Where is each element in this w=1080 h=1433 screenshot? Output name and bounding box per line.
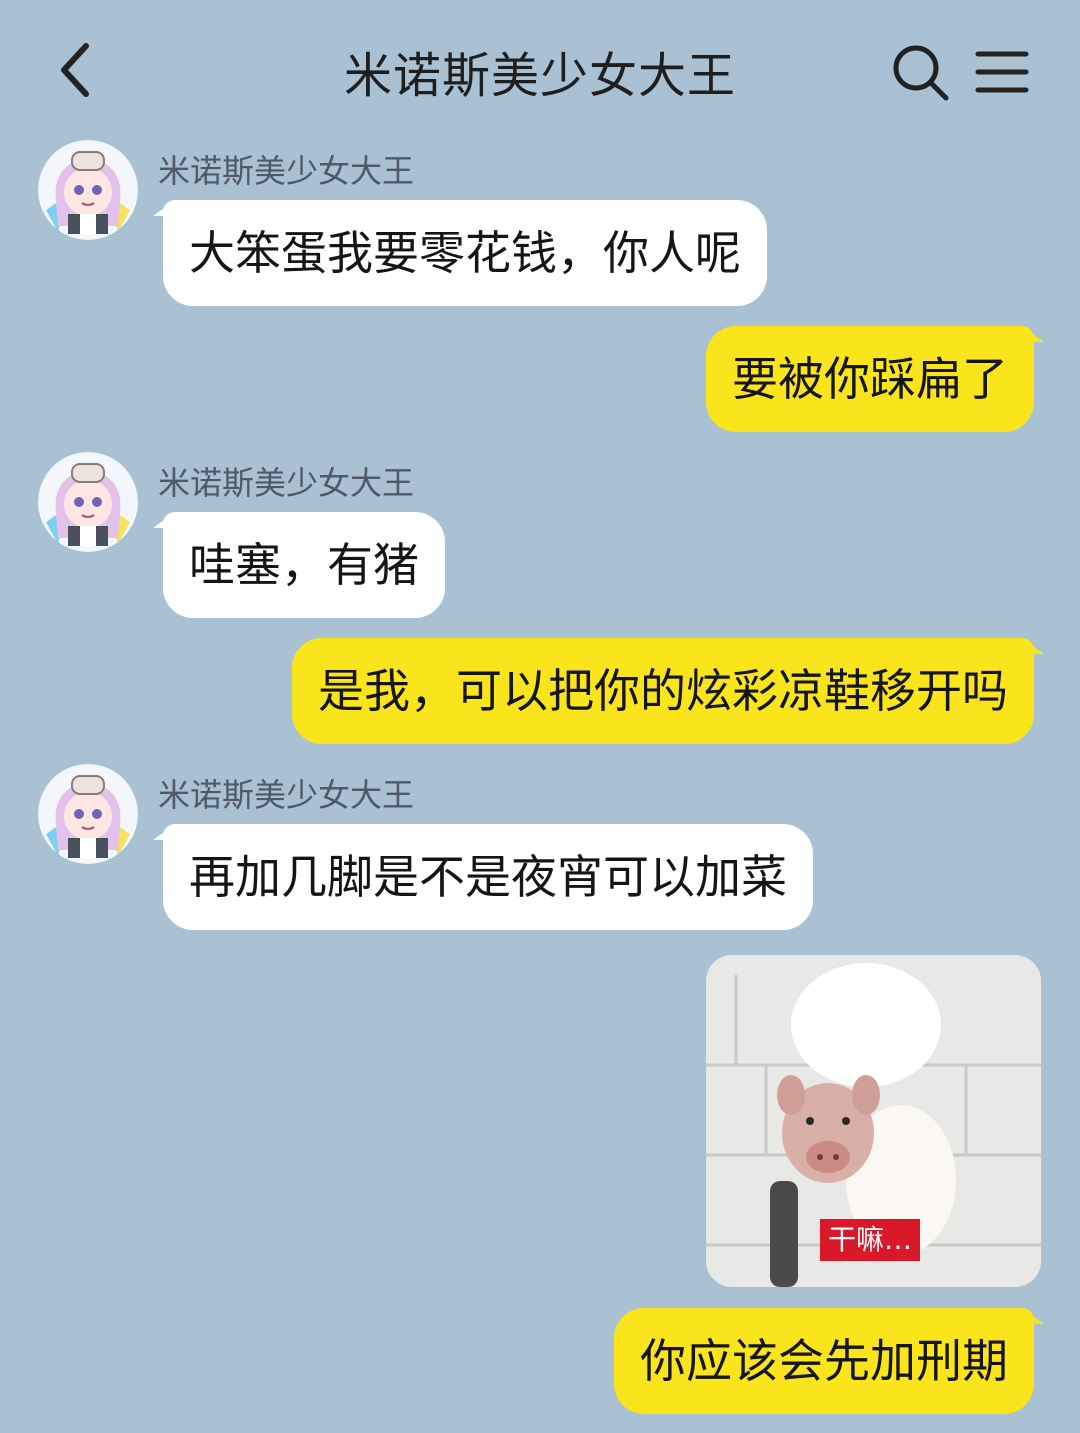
incoming-message-bubble[interactable]: 大笨蛋我要零花钱，你人呢: [153, 200, 767, 306]
contact-avatar[interactable]: [38, 764, 138, 864]
search-button[interactable]: [888, 40, 952, 104]
menu-icon: [975, 51, 1029, 93]
sender-name: 米诺斯美少女大王: [158, 776, 415, 814]
search-icon: [893, 45, 949, 101]
anime-girl-avatar-icon: [38, 764, 138, 864]
anime-girl-avatar-icon: [38, 140, 138, 240]
outgoing-message-bubble[interactable]: 要被你踩扁了: [706, 326, 1044, 432]
outgoing-message-bubble[interactable]: 是我，可以把你的炫彩凉鞋移开吗: [292, 638, 1044, 744]
sender-name: 米诺斯美少女大王: [158, 464, 415, 502]
incoming-message-bubble[interactable]: 再加几脚是不是夜宵可以加菜: [153, 824, 813, 930]
image-message[interactable]: 干嘛…: [706, 955, 1041, 1287]
outgoing-message-bubble[interactable]: 你应该会先加刑期: [614, 1308, 1044, 1414]
sender-name: 米诺斯美少女大王: [158, 152, 415, 190]
anime-girl-avatar-icon: [38, 452, 138, 552]
contact-avatar[interactable]: [38, 140, 138, 240]
contact-avatar[interactable]: [38, 452, 138, 552]
image-caption: 干嘛…: [820, 1219, 921, 1261]
incoming-message-bubble[interactable]: 哇塞，有猪: [153, 512, 445, 618]
menu-button[interactable]: [972, 42, 1032, 102]
chat-header: 米诺斯美少女大王: [0, 0, 1080, 140]
